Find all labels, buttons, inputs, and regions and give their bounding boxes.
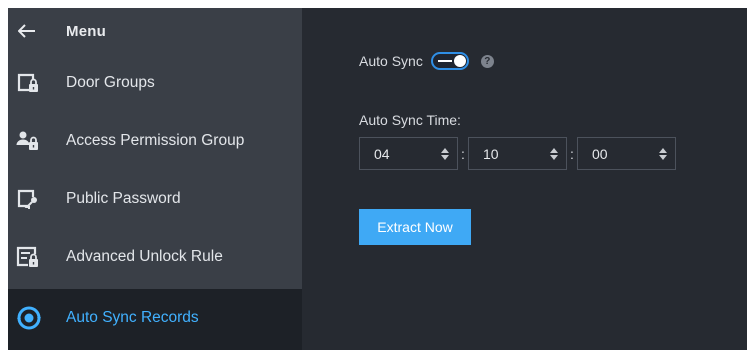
advanced-unlock-rule-icon: [8, 246, 66, 268]
sidebar-header: Menu: [8, 8, 302, 54]
toggle-track-mark: [437, 60, 452, 62]
sidebar-item-label: Public Password: [66, 190, 181, 207]
auto-sync-time-picker: 04 : 10 : 00: [359, 137, 676, 170]
extract-now-button[interactable]: Extract Now: [359, 209, 471, 245]
sidebar: Menu Door Groups Access Permission Group…: [8, 8, 302, 350]
help-icon[interactable]: ?: [480, 54, 494, 68]
chevron-down-icon[interactable]: [659, 154, 667, 160]
minute-input[interactable]: 10: [468, 137, 567, 170]
sidebar-item-access-permission-group[interactable]: Access Permission Group: [8, 112, 302, 170]
hour-stepper-icon[interactable]: [441, 147, 449, 160]
sidebar-item-label: Access Permission Group: [66, 132, 245, 149]
auto-sync-row: Auto Sync ?: [359, 52, 494, 70]
back-arrow-icon[interactable]: [8, 24, 66, 38]
time-separator: :: [570, 145, 574, 162]
sidebar-item-auto-sync-records[interactable]: Auto Sync Records: [8, 289, 302, 347]
hour-value: 04: [374, 145, 390, 162]
chevron-up-icon[interactable]: [550, 147, 558, 153]
app-window: Menu Door Groups Access Permission Group…: [8, 8, 747, 350]
main-content: Auto Sync ? Auto Sync Time: 04 : 10: 00…: [302, 8, 747, 350]
second-stepper-icon[interactable]: [659, 147, 667, 160]
public-password-icon: [8, 188, 66, 210]
sidebar-item-advanced-unlock-rule[interactable]: Advanced Unlock Rule: [8, 228, 302, 286]
chevron-up-icon[interactable]: [441, 147, 449, 153]
chevron-down-icon[interactable]: [550, 154, 558, 160]
auto-sync-label: Auto Sync: [359, 53, 423, 69]
sidebar-item-label: Auto Sync Records: [66, 309, 199, 326]
hour-input[interactable]: 04: [359, 137, 458, 170]
minute-stepper-icon[interactable]: [550, 147, 558, 160]
minute-value: 10: [483, 145, 499, 162]
sidebar-bottom-divider: [8, 347, 302, 350]
toggle-knob: [453, 55, 466, 67]
chevron-up-icon[interactable]: [659, 147, 667, 153]
time-separator: :: [461, 145, 465, 162]
access-permission-group-icon: [8, 130, 66, 152]
auto-sync-toggle[interactable]: [430, 52, 469, 70]
second-input[interactable]: 00: [577, 137, 676, 170]
menu-title: Menu: [66, 22, 106, 40]
chevron-down-icon[interactable]: [441, 154, 449, 160]
door-group-icon: [8, 72, 66, 94]
sidebar-item-label: Door Groups: [66, 74, 155, 91]
sidebar-item-label: Advanced Unlock Rule: [66, 248, 223, 265]
sidebar-item-door-groups[interactable]: Door Groups: [8, 54, 302, 112]
second-value: 00: [592, 145, 608, 162]
sidebar-item-public-password[interactable]: Public Password: [8, 170, 302, 228]
auto-sync-time-label: Auto Sync Time:: [359, 112, 461, 128]
auto-sync-records-icon: [8, 306, 66, 330]
